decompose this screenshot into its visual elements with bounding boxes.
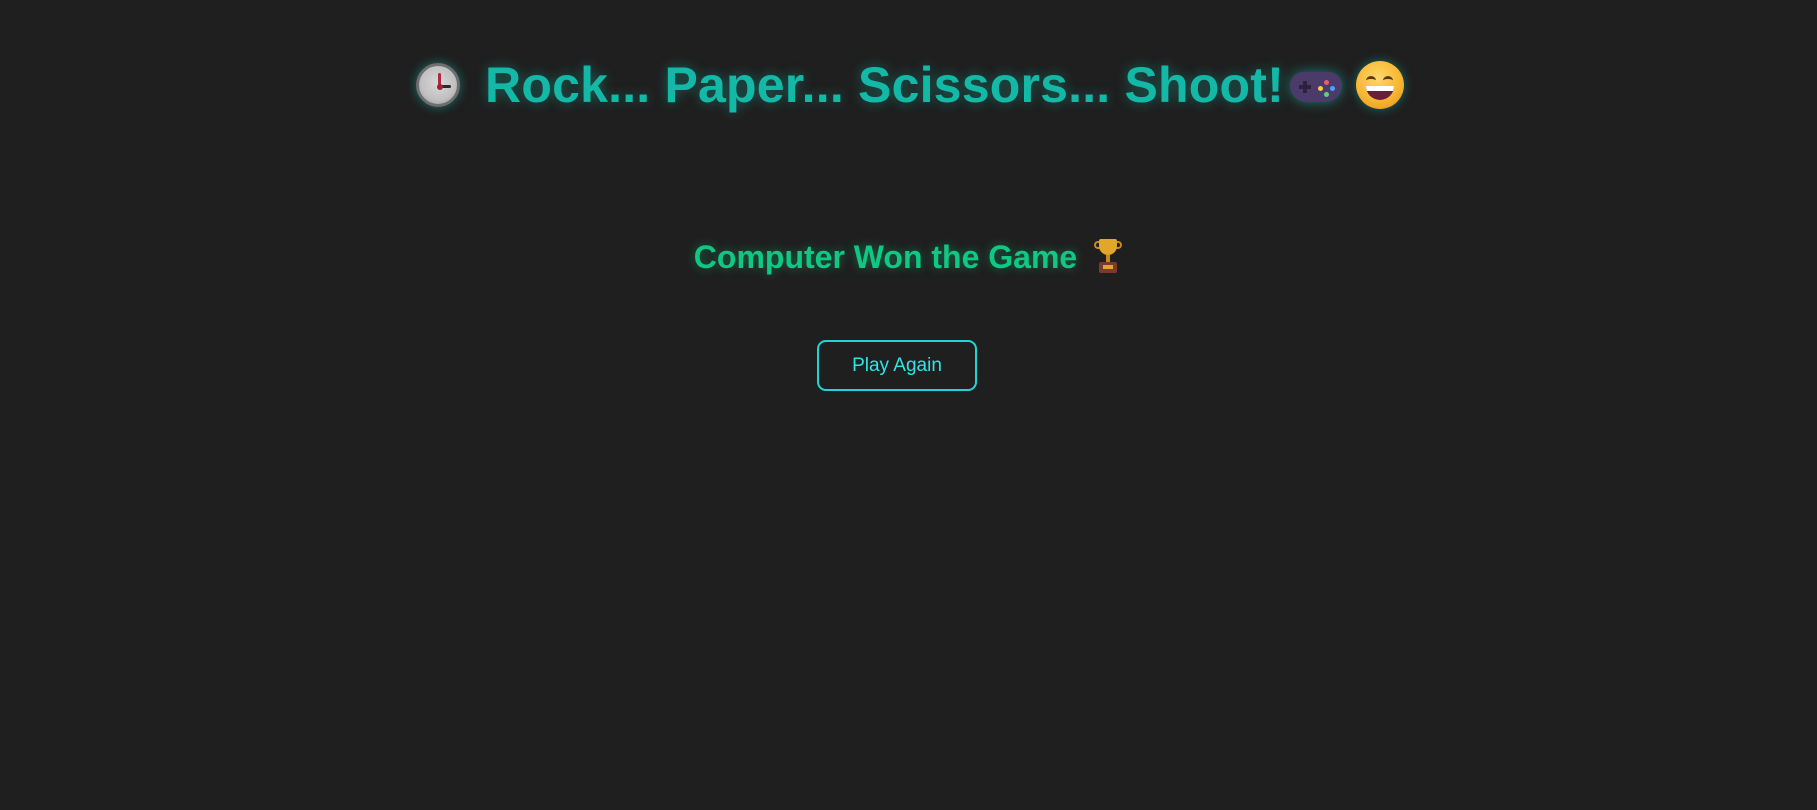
clock-icon [413, 60, 463, 110]
game-header: Rock... Paper... Scissors... Shoot! [0, 52, 1817, 118]
gamepad-icon [1289, 68, 1342, 108]
trophy-icon [1093, 239, 1123, 275]
game-page: Rock... Paper... Scissors... Shoot! Comp… [0, 0, 1817, 810]
game-title: Rock... Paper... Scissors... Shoot! [485, 57, 1284, 113]
grinning-face-icon [1355, 61, 1404, 109]
result-message: Computer Won the Game [693, 238, 1078, 275]
result-banner: Computer Won the Game [0, 234, 1817, 280]
play-again-button[interactable]: Play Again [817, 340, 977, 391]
